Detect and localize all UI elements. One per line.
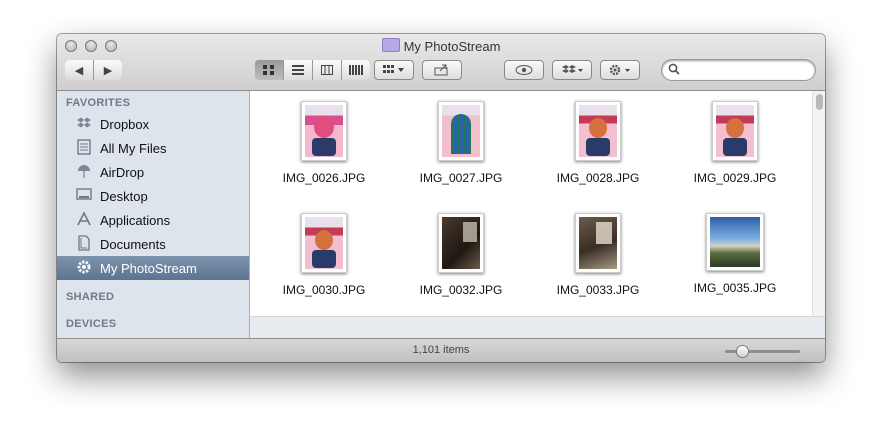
finder-window: My PhotoStream ◀ ▶ FAVORITES Dropbox All…	[57, 34, 825, 362]
all-files-icon	[74, 138, 94, 158]
gear-icon	[74, 259, 94, 278]
search-icon	[668, 63, 680, 78]
icon-view-button[interactable]	[255, 60, 284, 80]
photo-thumbnail	[301, 101, 347, 161]
list-view-icon	[292, 65, 304, 75]
documents-icon	[74, 234, 94, 254]
item-count: 1,101 items	[412, 344, 470, 356]
column-view-button[interactable]	[313, 60, 342, 80]
scrollbar-thumb[interactable]	[816, 94, 823, 110]
sidebar-item-label: Documents	[100, 236, 166, 252]
window-title: My PhotoStream	[57, 38, 825, 54]
sidebar-item-desktop[interactable]: Desktop	[57, 184, 249, 208]
view-mode-control	[255, 60, 370, 80]
quick-look-button[interactable]	[504, 60, 544, 80]
gear-icon	[609, 64, 630, 76]
file-name: IMG_0032.JPG	[419, 283, 503, 297]
file-name: IMG_0027.JPG	[419, 171, 503, 185]
back-forward-control: ◀ ▶	[65, 60, 122, 80]
forward-icon: ▶	[103, 64, 113, 77]
devices-header: DEVICES	[66, 318, 117, 330]
photo-thumbnail	[438, 213, 484, 273]
list-view-button[interactable]	[284, 60, 313, 80]
vertical-scrollbar[interactable]	[812, 91, 825, 316]
icon-size-slider[interactable]	[725, 346, 800, 357]
file-item[interactable]: IMG_0027.JPG	[401, 101, 521, 185]
search-field[interactable]	[662, 60, 815, 80]
file-name: IMG_0030.JPG	[282, 283, 366, 297]
sidebar-item-label: All My Files	[100, 140, 167, 156]
file-item[interactable]: IMG_0035.JPG	[675, 213, 795, 295]
sidebar-item-all-my-files[interactable]: All My Files	[57, 136, 249, 160]
file-item[interactable]: IMG_0030.JPG	[264, 213, 384, 297]
favorites-header: FAVORITES	[66, 97, 131, 109]
arrange-button[interactable]	[374, 60, 414, 80]
shared-header: SHARED	[66, 291, 115, 303]
dropbox-icon	[562, 65, 583, 73]
photo-thumbnail	[575, 101, 621, 161]
action-button[interactable]	[600, 60, 640, 80]
sidebar-item-label: AirDrop	[100, 164, 145, 180]
file-item[interactable]: IMG_0033.JPG	[538, 213, 658, 297]
share-icon	[434, 64, 448, 76]
dropbox-toolbar-button[interactable]	[552, 60, 592, 80]
file-name: IMG_0028.JPG	[556, 171, 640, 185]
back-icon: ◀	[74, 64, 84, 77]
title-bar: My PhotoStream ◀ ▶	[57, 34, 825, 91]
content-footer	[250, 316, 825, 339]
eye-icon	[515, 65, 533, 75]
icon-view-icon	[263, 65, 274, 75]
search-input[interactable]	[684, 62, 812, 79]
coverflow-view-button[interactable]	[342, 60, 370, 80]
dropbox-icon	[74, 116, 94, 133]
file-item[interactable]: IMG_0032.JPG	[401, 213, 521, 297]
photo-thumbnail	[706, 213, 764, 271]
photo-thumbnail	[301, 213, 347, 273]
photo-thumbnail	[712, 101, 758, 161]
file-icon-grid: IMG_0026.JPG IMG_0027.JPG IMG_0028.JPG I…	[250, 91, 825, 316]
status-bar: 1,101 items	[57, 338, 825, 362]
photo-thumbnail	[575, 213, 621, 273]
forward-button[interactable]: ▶	[94, 60, 122, 80]
file-name: IMG_0029.JPG	[693, 171, 777, 185]
applications-icon	[74, 210, 94, 230]
slider-knob[interactable]	[737, 346, 748, 357]
file-name: IMG_0026.JPG	[282, 171, 366, 185]
file-item[interactable]: IMG_0028.JPG	[538, 101, 658, 185]
sidebar-item-documents[interactable]: Documents	[57, 232, 249, 256]
sidebar: FAVORITES Dropbox All My Files AirDrop D…	[57, 91, 250, 338]
sidebar-item-dropbox[interactable]: Dropbox	[57, 112, 249, 136]
share-button[interactable]	[422, 60, 462, 80]
sidebar-item-label: Dropbox	[100, 116, 150, 132]
file-item[interactable]: IMG_0029.JPG	[675, 101, 795, 185]
sidebar-item-airdrop[interactable]: AirDrop	[57, 160, 249, 184]
desktop-icon	[74, 187, 94, 205]
sidebar-item-label: Desktop	[100, 188, 148, 204]
arrange-icon	[383, 65, 404, 73]
airdrop-icon	[74, 163, 94, 182]
file-item[interactable]: IMG_0026.JPG	[264, 101, 384, 185]
sidebar-item-label: My PhotoStream	[100, 260, 197, 276]
photostream-folder-icon	[381, 38, 400, 52]
sidebar-item-label: Applications	[100, 212, 171, 228]
back-button[interactable]: ◀	[65, 60, 94, 80]
photo-thumbnail	[438, 101, 484, 161]
column-view-icon	[321, 65, 333, 75]
coverflow-view-icon	[349, 65, 363, 75]
file-name: IMG_0033.JPG	[556, 283, 640, 297]
sidebar-item-applications[interactable]: Applications	[57, 208, 249, 232]
sidebar-item-my-photostream[interactable]: My PhotoStream	[57, 256, 249, 280]
file-name: IMG_0035.JPG	[693, 281, 777, 295]
